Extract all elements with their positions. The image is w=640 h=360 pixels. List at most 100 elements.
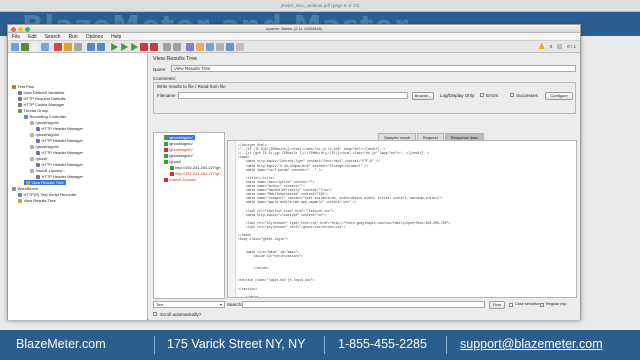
successes-checkbox[interactable] — [510, 93, 514, 97]
tree-node-icon — [36, 150, 40, 155]
tree-node-label: Recording Controller — [29, 114, 67, 119]
tree-node-label: HTTP Request Defaults — [23, 96, 66, 101]
search-icon[interactable] — [186, 43, 194, 51]
name-label: Name: — [153, 67, 167, 72]
tab-response-data[interactable]: Response data — [444, 133, 484, 140]
case-sensitive-label: Case sensitive — [515, 302, 540, 306]
tree-node[interactable]: View Results Tree — [24, 180, 66, 185]
menu-run[interactable]: Run — [69, 34, 78, 40]
find-button[interactable]: Find — [489, 300, 505, 309]
open-icon[interactable] — [31, 43, 39, 51]
scroll-label: Scroll automatically? — [160, 311, 202, 317]
tree-node[interactable]: HTTP Header Manager — [36, 150, 83, 155]
footer-address: 175 Varick Street NY, NY — [167, 337, 306, 351]
result-item[interactable]: http://192.241.254.227/gh — [170, 171, 221, 176]
search-input[interactable] — [242, 301, 485, 308]
menu-options[interactable]: Options — [86, 34, 103, 40]
remote-stop-icon[interactable] — [236, 43, 244, 51]
test-plan-tree: Test Plan User Defined Variables HTTP Requ… — [8, 53, 148, 320]
tree-node[interactable]: HTTP Header Manager — [36, 126, 83, 131]
tree-node[interactable]: HTTP Request Defaults — [18, 96, 66, 101]
warning-icon[interactable] — [538, 43, 545, 49]
footer-divider — [446, 336, 447, 354]
zoom-window-icon[interactable] — [25, 26, 30, 32]
footer-email[interactable]: support@blazemeter.com — [460, 337, 603, 351]
tab-request[interactable]: Request — [416, 133, 444, 140]
toggle-icon[interactable] — [226, 43, 234, 51]
menu-help[interactable]: Help — [111, 34, 121, 40]
successes-label: Successes — [516, 93, 538, 98]
result-item[interactable]: /ghost/signin/ — [164, 147, 193, 152]
menu-edit[interactable]: Edit — [28, 34, 37, 40]
clear-icon[interactable] — [163, 43, 171, 51]
close-window-icon[interactable] — [11, 26, 16, 32]
case-sensitive-checkbox[interactable] — [509, 302, 513, 307]
tree-node[interactable]: HTTP Header Manager — [36, 162, 83, 167]
copy-icon[interactable] — [64, 43, 72, 51]
tree-node[interactable]: Recording Controller — [24, 114, 66, 119]
menu-search[interactable]: Search — [45, 34, 61, 40]
shutdown-icon[interactable] — [150, 43, 158, 51]
tree-node[interactable]: /ghost/ — [30, 156, 48, 161]
tree-node[interactable]: /ghost/signin/ — [30, 132, 59, 137]
traffic-lights — [11, 26, 30, 32]
result-item-label: http://192.241.254.227/gh — [175, 171, 221, 176]
filename-field[interactable] — [178, 92, 408, 99]
window-titlebar: Apache JMeter (2.11 r1554548) — [8, 25, 580, 33]
stop-icon[interactable] — [140, 43, 148, 51]
minimize-window-icon[interactable] — [18, 26, 23, 32]
remote-start-icon[interactable] — [131, 43, 138, 51]
response-data-view[interactable]: <!doctype html> <!--[if (IE 8)&!(IEMobile… — [227, 140, 577, 298]
tree-node[interactable]: /ghost/signin/ — [30, 120, 59, 125]
reset-search-icon[interactable] — [196, 43, 204, 51]
regex-checkbox[interactable] — [540, 302, 544, 307]
tree-node-icon — [30, 168, 34, 173]
help-icon[interactable] — [216, 43, 224, 51]
tree-node-label: /ghost/signin/ — [35, 144, 60, 149]
errors-checkbox[interactable] — [480, 93, 484, 97]
renderer-select[interactable]: Text ▾ — [153, 301, 225, 308]
menu-file[interactable]: File — [12, 34, 20, 40]
result-item[interactable]: /ghost/signin/ — [164, 153, 193, 158]
file-group-box: Write results to file / Read from file F… — [153, 82, 576, 114]
tree-node[interactable]: WorkBench — [12, 186, 38, 191]
name-field[interactable]: View Results Tree — [171, 65, 576, 72]
expand-icon[interactable] — [87, 43, 95, 51]
tree-node[interactable]: Thread Group — [18, 108, 48, 113]
tree-node[interactable]: HTTP Header Manager — [36, 174, 83, 179]
regex-label: Regular exp. — [546, 302, 568, 306]
clear-all-icon[interactable] — [173, 43, 181, 51]
start-no-pause-icon[interactable] — [121, 43, 128, 51]
tree-node[interactable]: HTTP Cookie Manager — [18, 102, 64, 107]
templates-icon[interactable] — [21, 43, 29, 51]
start-icon[interactable] — [111, 43, 118, 51]
tree-node-label: HTTP Header Manager — [41, 150, 84, 155]
tree-node[interactable]: User Defined Variables — [18, 90, 64, 95]
result-item[interactable]: http://192.241.254.227/gh — [170, 165, 221, 170]
result-item[interactable]: /ghost/signin/ — [164, 141, 193, 146]
tree-node[interactable]: HTTP Header Manager — [36, 138, 83, 143]
errors-label: Errors — [486, 93, 499, 98]
scroll-checkbox[interactable] — [153, 312, 157, 316]
cut-icon[interactable] — [54, 43, 62, 51]
collapse-icon[interactable] — [97, 43, 105, 51]
configure-button[interactable]: Configure — [545, 91, 573, 100]
save-icon[interactable] — [41, 43, 49, 51]
panel-title: View Results Tree — [153, 56, 198, 62]
paste-icon[interactable] — [74, 43, 82, 51]
function-helper-icon[interactable] — [206, 43, 214, 51]
search-row: Search: Find Case sensitive Regular exp. — [227, 300, 577, 310]
result-item[interactable]: /ghost/ — [164, 159, 181, 164]
footer-divider — [154, 336, 155, 354]
result-item[interactable]: /rss/v8-1/posts/ — [164, 177, 196, 182]
tree-node[interactable]: /rss/v8-1/posts/... — [30, 168, 66, 173]
result-item[interactable]: /ghost/signin/ — [164, 135, 195, 140]
tree-node[interactable]: /ghost/signin/ — [30, 144, 59, 149]
tree-node[interactable]: HTTP(S) Test Script Recorder — [18, 192, 77, 197]
new-icon[interactable] — [11, 43, 19, 51]
tab-sampler-result[interactable]: Sampler result — [378, 133, 416, 140]
tree-node[interactable]: View Results Tree — [18, 198, 56, 203]
tree-node[interactable]: Test Plan — [12, 84, 34, 89]
footer-phone: 1-855-455-2285 — [338, 337, 427, 351]
browse-button[interactable]: Browse... — [412, 91, 434, 100]
